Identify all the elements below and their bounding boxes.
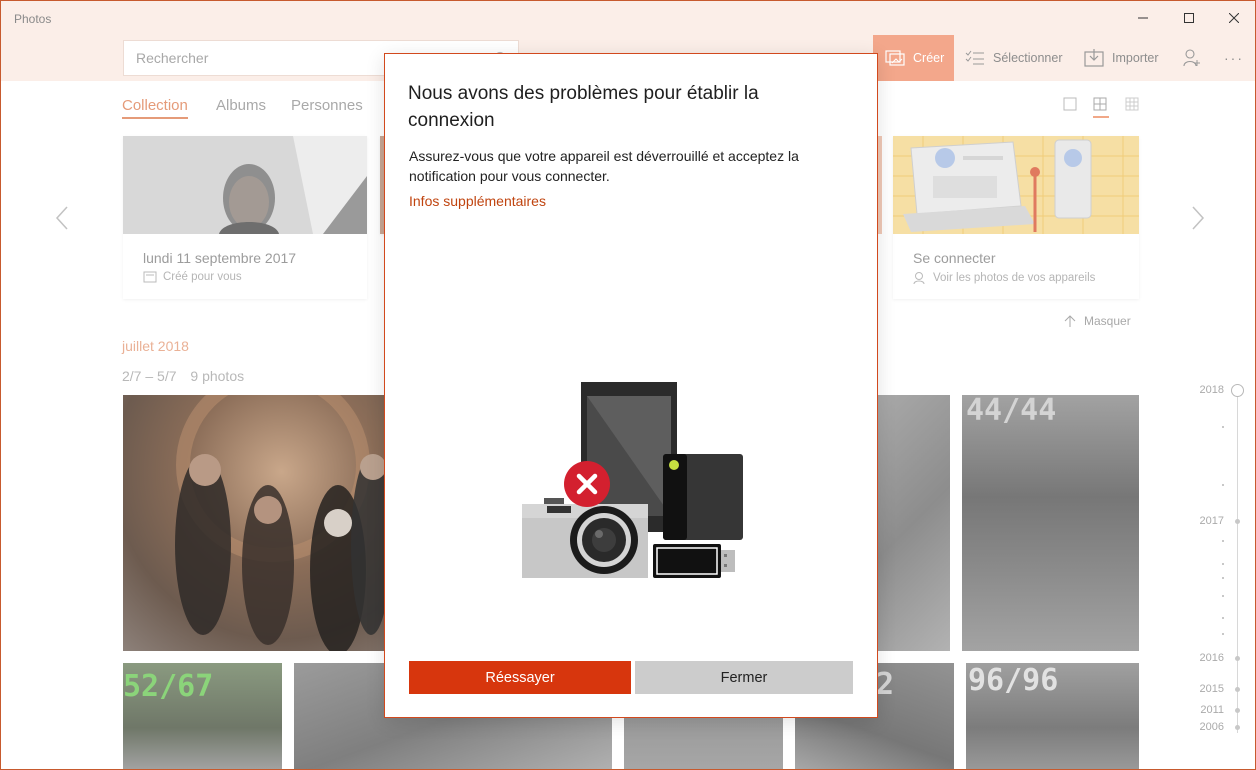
timeline-tick — [1222, 595, 1224, 597]
retry-button[interactable]: Réessayer — [409, 661, 631, 694]
single-square-icon — [1063, 97, 1077, 111]
hide-button[interactable]: Masquer — [1064, 314, 1131, 328]
photo-thumbnail[interactable] — [877, 395, 950, 651]
memory-thumbnail — [123, 136, 367, 234]
create-icon — [885, 50, 905, 66]
photo-overlay-text: 52/67 — [123, 669, 214, 704]
connect-card-subtitle: Voir les photos de vos appareils — [913, 271, 1095, 285]
devices-error-illustration — [522, 382, 743, 578]
tab-people[interactable]: Personnes — [291, 97, 363, 114]
close-icon — [1229, 13, 1239, 23]
connect-card-title: Se connecter — [913, 250, 996, 266]
photo-overlay-text: 2 — [876, 667, 895, 702]
dialog-title: Nous avons des problèmes pour établir la… — [408, 83, 759, 131]
carousel-next-button[interactable] — [1191, 206, 1205, 237]
connect-card-subtitle-text: Voir les photos de vos appareils — [933, 272, 1096, 284]
timeline-track[interactable] — [1237, 397, 1238, 733]
timeline-dot — [1235, 519, 1240, 524]
timeline-year[interactable]: 2015 — [1184, 683, 1224, 695]
photo-thumbnail[interactable]: 96/96 — [966, 663, 1139, 769]
memory-card-subtitle: Créé pour vous — [143, 271, 242, 283]
minimize-icon — [1138, 17, 1148, 19]
connect-card[interactable]: Se connecter Voir les photos de vos appa… — [893, 136, 1139, 299]
connect-thumbnail — [893, 136, 1139, 234]
close-button[interactable]: Fermer — [635, 661, 853, 694]
timeline-year[interactable]: 2011 — [1184, 704, 1224, 716]
timeline-dot — [1235, 708, 1240, 713]
title-bar: Photos — [1, 1, 1255, 35]
create-button[interactable]: Créer — [873, 35, 954, 81]
memory-card-subtitle-text: Créé pour vous — [163, 271, 242, 283]
timeline-dot — [1235, 656, 1240, 661]
chevron-right-icon — [1192, 206, 1205, 230]
minimize-button[interactable] — [1120, 1, 1166, 35]
timeline-year[interactable]: 2006 — [1184, 721, 1224, 733]
timeline-tick — [1222, 484, 1224, 486]
photo-thumbnail[interactable]: 52/67 — [123, 663, 282, 769]
select-label: Sélectionner — [993, 51, 1063, 65]
import-icon — [1084, 49, 1104, 67]
timeline-tick — [1222, 540, 1224, 542]
album-icon — [143, 271, 157, 283]
photo-overlay-text: 44/44 — [966, 395, 1057, 428]
close-window-button[interactable] — [1211, 1, 1255, 35]
create-label: Créer — [913, 51, 945, 65]
timeline-dot — [1235, 725, 1240, 730]
timeline-year[interactable]: 2016 — [1184, 652, 1224, 664]
timeline-handle[interactable] — [1231, 384, 1244, 397]
dialog-message: Assurez-vous que votre appareil est déve… — [409, 148, 799, 184]
photo-thumbnail[interactable] — [123, 395, 387, 651]
memory-card[interactable]: lundi 11 septembre 2017 Créé pour vous — [123, 136, 367, 299]
hide-label: Masquer — [1084, 314, 1131, 328]
view-large-button[interactable] — [1063, 97, 1079, 113]
timeline-tick — [1222, 617, 1224, 619]
photo-thumbnail[interactable]: 44/44 — [962, 395, 1139, 651]
carousel-prev-button[interactable] — [55, 206, 69, 237]
timeline-tick — [1222, 577, 1224, 579]
grid-four-icon — [1093, 97, 1107, 111]
arrow-up-icon — [1064, 315, 1076, 327]
import-button[interactable]: Importer — [1084, 35, 1159, 81]
memory-card-title: lundi 11 septembre 2017 — [143, 250, 297, 266]
more-options-button[interactable]: ··· — [1224, 35, 1244, 81]
section-month[interactable]: juillet 2018 — [122, 338, 189, 354]
view-medium-button[interactable] — [1093, 97, 1109, 118]
select-button[interactable]: Sélectionner — [965, 35, 1063, 81]
more-info-link[interactable]: Infos supplémentaires — [409, 193, 546, 209]
connection-error-dialog: Nous avons des problèmes pour établir la… — [384, 53, 878, 718]
import-label: Importer — [1112, 51, 1159, 65]
photo-overlay-text: 96/96 — [968, 663, 1059, 698]
ellipsis-icon: ··· — [1224, 50, 1244, 66]
timeline-dot — [1235, 687, 1240, 692]
maximize-icon — [1184, 13, 1194, 23]
timeline-year[interactable]: 2018 — [1184, 384, 1224, 396]
timeline-tick — [1222, 563, 1224, 565]
tab-albums[interactable]: Albums — [216, 97, 266, 114]
maximize-button[interactable] — [1166, 1, 1212, 35]
chevron-left-icon — [55, 206, 68, 230]
photos-window: Photos Créer Sélectionner Importer — [0, 0, 1256, 770]
timeline-year[interactable]: 2017 — [1184, 515, 1224, 527]
view-small-button[interactable] — [1125, 97, 1141, 113]
person-connect-icon — [913, 272, 925, 285]
select-list-icon — [965, 50, 984, 65]
app-title: Photos — [14, 12, 52, 26]
tab-collection[interactable]: Collection — [122, 97, 188, 119]
section-date-range: 2/7 – 5/7 — [122, 368, 177, 384]
add-person-icon — [1183, 49, 1200, 67]
section-range: 2/7 – 5/7 9 photos — [122, 368, 254, 384]
grid-nine-icon — [1125, 97, 1139, 111]
section-photo-count: 9 photos — [190, 368, 245, 384]
account-button[interactable] — [1183, 35, 1201, 81]
timeline-tick — [1222, 426, 1224, 428]
timeline-tick — [1222, 633, 1224, 635]
